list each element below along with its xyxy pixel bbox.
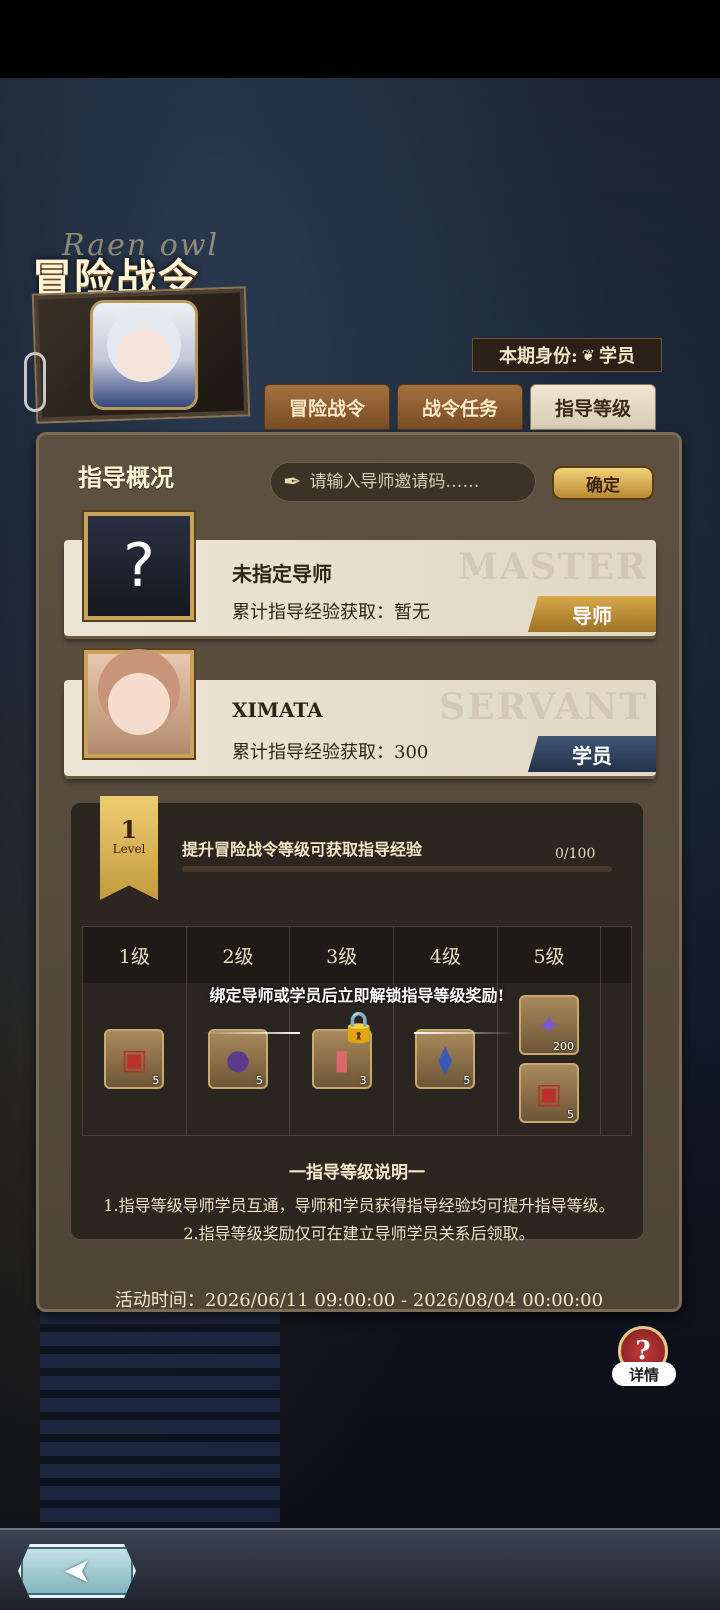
rules-line-2: 2.指导等级奖励仅可在建立导师学员关系后领取。 — [183, 1224, 535, 1243]
level-col-2-label: 2级 — [187, 927, 291, 983]
quill-icon: ✒ — [283, 469, 302, 495]
mentor-name: 未指定导师 — [232, 562, 332, 586]
back-arrow-icon: ➤ — [62, 1551, 92, 1591]
lock-message: 绑定导师或学员后立即解锁指导等级奖励! — [209, 986, 505, 1005]
status-bar-area — [0, 0, 720, 78]
item-qty: 3 — [359, 1074, 367, 1087]
level-progress-bar — [182, 866, 612, 872]
sprout-icon: ❦ — [581, 345, 596, 365]
mentor-watermark: MASTER — [458, 546, 648, 588]
mentor-role-tag: 导师 — [528, 596, 656, 632]
invite-code-box[interactable]: ✒ — [270, 462, 536, 502]
level-progress-text: 0/100 — [555, 846, 596, 862]
invite-code-input[interactable] — [309, 472, 510, 492]
item-qty: 5 — [152, 1074, 160, 1087]
student-avatar — [84, 650, 194, 758]
rules-line-1: 1.指导等级导师学员互通，导师和学员获得指导经验均可提升指导等级。 — [103, 1196, 615, 1215]
mentor-exp: 累计指导经验获取：暂无 — [232, 602, 430, 623]
student-role-tag: 学员 — [528, 736, 656, 772]
confirm-button[interactable]: 确定 — [552, 466, 654, 500]
lock-line-left — [200, 1032, 300, 1034]
question-mark-icon: ? — [123, 531, 155, 601]
help-label[interactable]: 详情 — [612, 1362, 676, 1386]
student-watermark: SERVANT — [439, 686, 648, 728]
level-badge: 1 Level — [100, 796, 158, 900]
item-qty: 5 — [256, 1074, 263, 1087]
level-col-5-label: 5级 — [498, 927, 602, 983]
paperclip-decoration — [24, 352, 46, 412]
tab-adventure-pass[interactable]: 冒险战令 — [264, 384, 390, 430]
student-name: XIMATA — [232, 698, 323, 722]
rules-title: 一指导等级说明一 — [289, 1163, 425, 1183]
item-qty: 200 — [553, 1040, 575, 1053]
event-time: 活动时间：2026/06/11 09:00:00 - 2026/08/04 00… — [114, 1290, 604, 1311]
chest-icon[interactable]: ▣ 5 — [104, 1029, 165, 1089]
item-qty: 5 — [567, 1108, 575, 1121]
chest-icon[interactable]: ▣ 5 — [519, 1063, 580, 1123]
level-label: Level — [112, 842, 146, 856]
orb-icon[interactable]: ● 5 — [208, 1029, 268, 1089]
background-stairs — [40, 1310, 280, 1530]
level-col-3-label: 3级 — [290, 927, 395, 983]
level-col-1-label: 1级 — [83, 927, 187, 983]
player-avatar[interactable] — [90, 300, 198, 410]
level-tip: 提升冒险战令等级可获取指导经验 — [182, 840, 423, 859]
vial-icon[interactable]: ⧫ 5 — [415, 1029, 476, 1089]
level-number: 1 — [120, 815, 138, 844]
identity-value: 学员 — [599, 346, 636, 367]
item-qty: 5 — [463, 1074, 471, 1087]
tab-guidance-level[interactable]: 指导等级 — [530, 384, 656, 430]
student-exp: 累计指导经验获取：300 — [232, 742, 429, 763]
overview-title: 指导概况 — [78, 463, 174, 492]
identity-badge: 本期身份: ❦ 学员 — [472, 338, 662, 372]
lock-line-right — [414, 1032, 514, 1034]
level-col-4-label: 4级 — [394, 927, 498, 983]
mentor-avatar: ? — [84, 512, 194, 620]
lock-icon: 🔒 — [340, 1010, 378, 1045]
back-button[interactable]: ➤ — [18, 1544, 136, 1598]
tab-pass-tasks[interactable]: 战令任务 — [397, 384, 523, 430]
identity-label: 本期身份: — [498, 346, 578, 367]
